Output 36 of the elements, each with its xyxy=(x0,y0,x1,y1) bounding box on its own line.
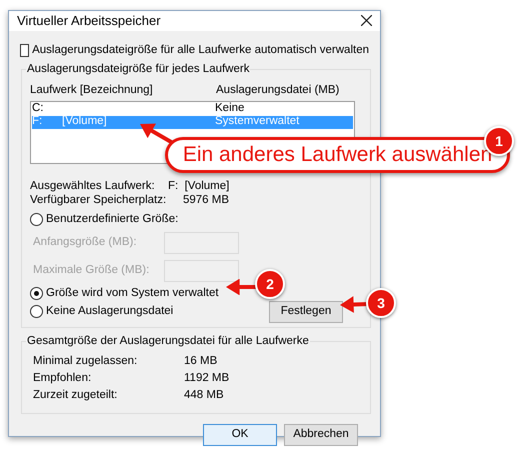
field-label: Maximale Größe (MB): xyxy=(33,262,150,278)
info-value: 5976 MB xyxy=(183,192,230,208)
input-field[interactable] xyxy=(164,260,239,282)
number-badge: 3 xyxy=(366,288,396,318)
drive-row[interactable]: C: Keine xyxy=(32,102,353,116)
column-header: Auslagerungsdatei (MB) xyxy=(216,82,340,98)
column-header: Laufwerk [Bezeichnung] xyxy=(30,82,154,98)
radio-button[interactable] xyxy=(30,287,43,300)
set-button[interactable]: Festlegen xyxy=(269,300,343,322)
paging-file-size: Keine xyxy=(215,103,244,115)
drive-label: [Volume] xyxy=(62,116,107,128)
drive-letter: C: xyxy=(32,103,44,115)
total-label: Empfohlen: xyxy=(33,371,92,386)
radio-label: Größe wird vom System verwaltet xyxy=(46,286,219,301)
info-label: Verfügbarer Speicherplatz: xyxy=(30,192,168,208)
field-label: Anfangsgröße (MB): xyxy=(33,234,138,250)
arrow-icon xyxy=(226,279,258,295)
total-label: Zurzeit zugeteilt: xyxy=(33,388,118,404)
dialog-button[interactable]: Abbrechen xyxy=(284,424,358,446)
checkbox[interactable] xyxy=(20,44,30,57)
drive-letter: F: xyxy=(32,116,44,128)
total-label: Minimal zugelassen: xyxy=(33,354,138,370)
paging-file-size: Systemverwaltet xyxy=(215,116,300,128)
total-value: 1192 MB xyxy=(184,371,230,386)
window-title: Virtueller Arbeitsspeicher xyxy=(17,12,161,30)
info-label: Ausgewähltes Laufwerk: xyxy=(30,178,156,194)
radio-label: Keine Auslagerungsdatei xyxy=(46,304,174,319)
radio-label: Benutzerdefinierte Größe: xyxy=(46,212,178,227)
checkbox-label: Auslagerungsdateigröße für alle Laufwerke automatisch verwalten xyxy=(32,42,369,58)
radio-button[interactable] xyxy=(30,305,43,318)
total-value: 16 MB xyxy=(184,354,218,370)
close-icon[interactable] xyxy=(361,15,372,26)
radio-button[interactable] xyxy=(30,213,43,226)
total-value: 448 MB xyxy=(184,388,224,404)
dialog-button[interactable]: OK xyxy=(203,424,277,446)
info-value: F: [Volume] xyxy=(168,178,230,194)
